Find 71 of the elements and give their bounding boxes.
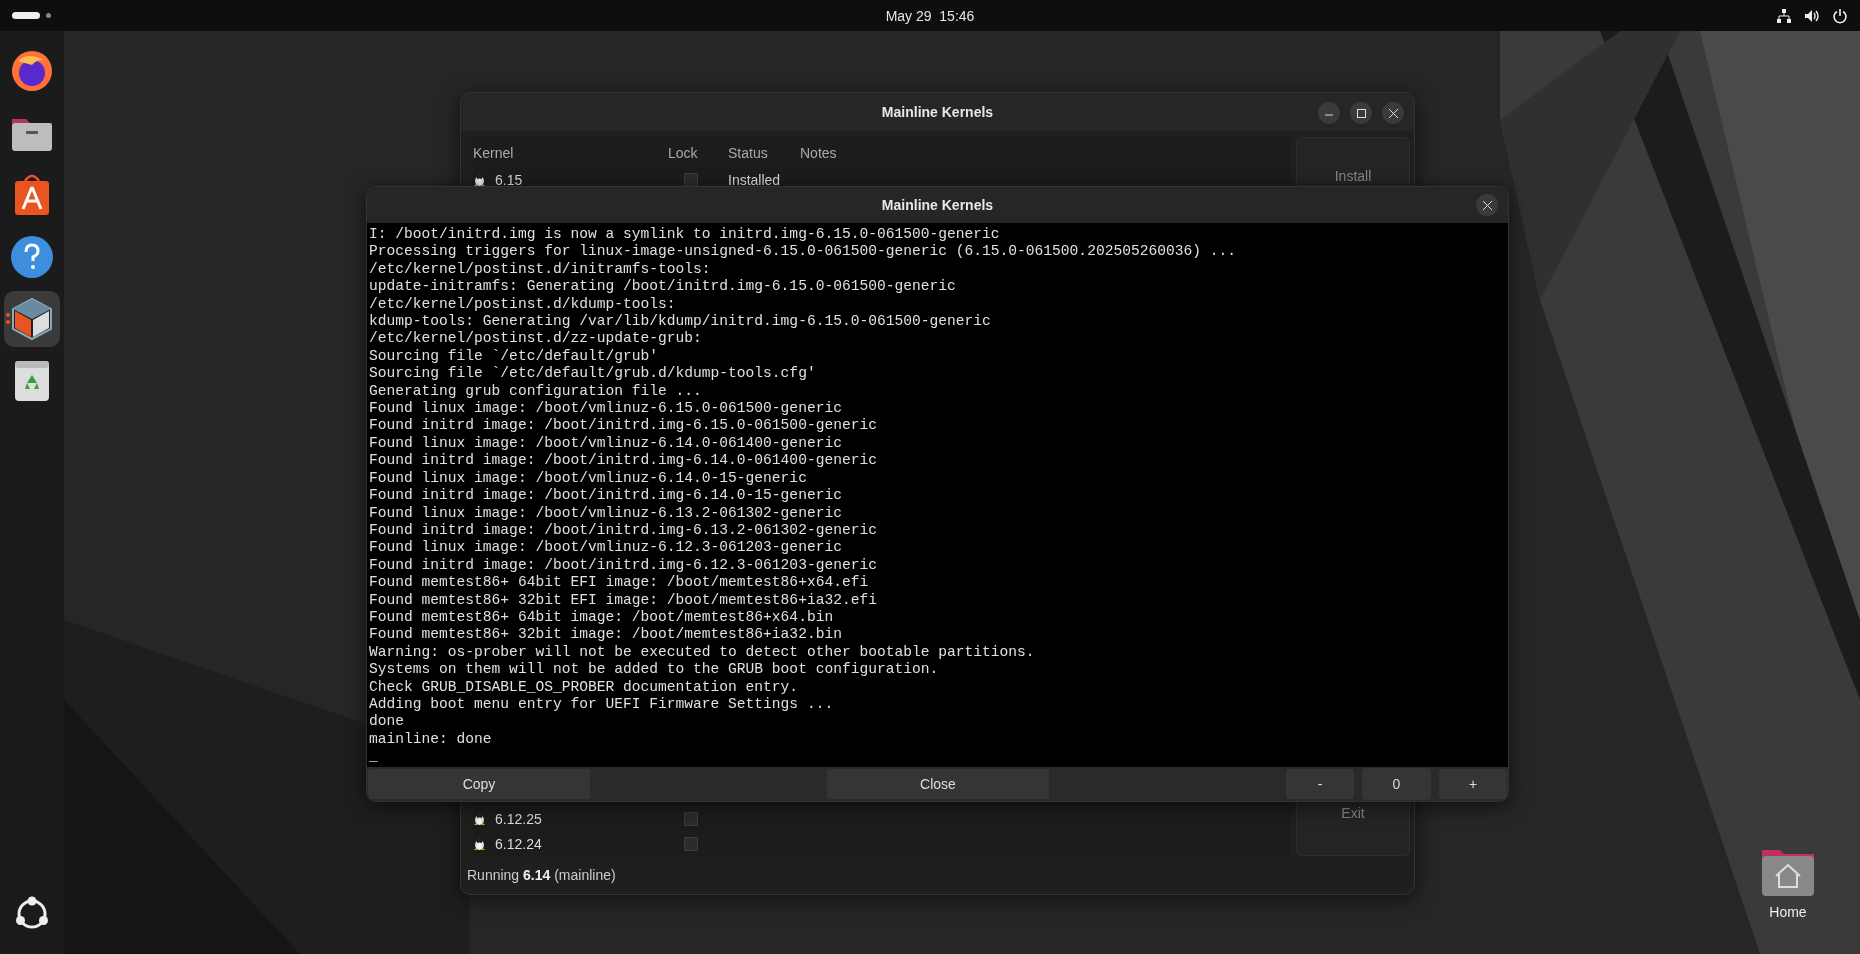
workspace-indicator[interactable] <box>46 13 51 18</box>
column-header[interactable]: Status <box>728 145 800 161</box>
help-icon[interactable] <box>10 235 54 279</box>
log-line: Processing triggers for linux-image-unsigned-6.15.0-061500-generic (6.15.0-061500.202505260036) ... <box>369 243 1237 261</box>
clock[interactable]: May 29 15:46 <box>885 7 975 24</box>
kernel-version: 6.12.24 <box>495 835 542 852</box>
log-line: Found initrd image: /boot/initrd.img-6.14.0-061400-generic <box>369 452 878 470</box>
log-line: Check GRUB_DISABLE_OS_PROBER documentation entry. <box>369 678 800 696</box>
cube-icon[interactable] <box>10 297 54 341</box>
increase-button[interactable]: + <box>1438 768 1508 800</box>
shopping-bag-icon[interactable] <box>13 173 51 217</box>
log-line: Found linux image: /boot/vmlinuz-6.14.0-15-generic <box>369 469 808 488</box>
decrease-button[interactable]: - <box>1285 768 1355 800</box>
log-line: Found initrd image: /boot/initrd.img-6.15.0-061500-generic <box>369 417 878 435</box>
column-header[interactable]: Lock <box>668 145 728 161</box>
browser-icon[interactable] <box>10 49 54 93</box>
close-icon <box>1388 108 1398 118</box>
log-line: /etc/kernel/postinst.d/zz-update-grub: <box>369 330 703 348</box>
text-cursor: _ <box>369 748 378 766</box>
kernel-version: 6.15 <box>495 171 523 188</box>
log-line: mainline: done <box>369 730 493 749</box>
log-line: Adding boot menu entry for UEFI Firmware Settings ... <box>369 695 835 714</box>
close-button[interactable] <box>1476 194 1498 216</box>
log-line: I: /boot/initrd.img is now a symlink to initrd.img-6.15.0-061500-generic <box>369 226 1001 244</box>
status-text: Installed <box>728 171 782 188</box>
lock-checkbox[interactable] <box>684 811 698 826</box>
power-icon[interactable] <box>1832 7 1848 24</box>
log-line: Found linux image: /boot/vmlinuz-6.15.0-061500-generic <box>369 400 843 418</box>
log-line: Found initrd image: /boot/initrd.img-6.13.2-061302-generic <box>369 521 878 540</box>
maximize-button[interactable] <box>1350 102 1372 124</box>
log-line: Found initrd image: /boot/initrd.img-6.12.3-061203-generic <box>369 556 878 575</box>
kernel-row[interactable]: 6.12.25 <box>473 806 1290 831</box>
log-line: Warning: os-prober will not be executed to detect other bootable partitions. <box>369 643 1036 662</box>
kernel-row[interactable]: 6.12.24 <box>473 831 1290 856</box>
column-header[interactable]: Notes <box>800 145 1290 161</box>
log-line: kdump-tools: Generating /var/lib/kdump/initrd.img-6.15.0-061500-generic <box>369 313 992 331</box>
icon-label[interactable]: Home <box>1769 904 1807 920</box>
log-line: update-initramfs: Generating /boot/initrd.img-6.15.0-061500-generic <box>369 278 957 296</box>
recycle-bin-icon[interactable] <box>13 359 51 403</box>
network-icon[interactable] <box>1776 7 1792 24</box>
maximize-icon <box>1356 108 1366 118</box>
dock-item[interactable] <box>4 291 60 347</box>
copy-button[interactable]: Copy <box>367 768 591 800</box>
close-button[interactable] <box>1382 102 1404 124</box>
log-line: Found linux image: /boot/vmlinuz-6.14.0-061400-generic <box>369 434 843 453</box>
log-line: Found initrd image: /boot/initrd.img-6.14.0-15-generic <box>369 487 843 505</box>
kernel-version: 6.12.25 <box>495 810 542 827</box>
log-line: Found linux image: /boot/vmlinuz-6.13.2-061302-generic <box>369 504 843 522</box>
status-text: Running 6.14 (mainline) <box>467 867 616 883</box>
lock-checkbox[interactable] <box>684 836 698 851</box>
log-line: Sourcing file `/etc/default/grub.d/kdump-tools.cfg' <box>369 365 817 383</box>
log-line: Sourcing file `/etc/default/grub' <box>369 347 659 366</box>
close-button[interactable]: Close <box>826 768 1050 800</box>
lock-checkbox[interactable] <box>684 172 698 187</box>
minimize-button[interactable] <box>1318 102 1340 124</box>
log-line: /etc/kernel/postinst.d/kdump-tools: <box>369 295 677 314</box>
log-line: /etc/kernel/postinst.d/initramfs-tools: <box>369 260 712 279</box>
log-line: Found memtest86+ 64bit image: /boot/memtest86+x64.bin <box>369 608 835 627</box>
log-line: Found memtest86+ 32bit image: /boot/memtest86+ia32.bin <box>369 626 843 644</box>
close-icon <box>1482 200 1492 210</box>
window-title: Mainline Kernels <box>881 104 994 120</box>
log-line: Generating grub configuration file ... <box>369 382 703 401</box>
log-line: Found linux image: /boot/vmlinuz-6.12.3-061203-generic <box>369 539 843 557</box>
column-header[interactable]: Kernel <box>473 145 668 161</box>
log-line: done <box>369 713 406 731</box>
value-display: 0 <box>1362 768 1431 800</box>
workspace-indicator[interactable] <box>12 12 40 19</box>
log-line: Found memtest86+ 32bit EFI image: /boot/memtest86+ia32.efi <box>369 591 878 609</box>
log-line: Systems on them will not be added to the GRUB boot configuration. <box>369 661 940 679</box>
log-line: Found memtest86+ 64bit EFI image: /boot/memtest86+x64.efi <box>369 574 870 592</box>
dialog-title: Mainline Kernels <box>881 197 994 213</box>
